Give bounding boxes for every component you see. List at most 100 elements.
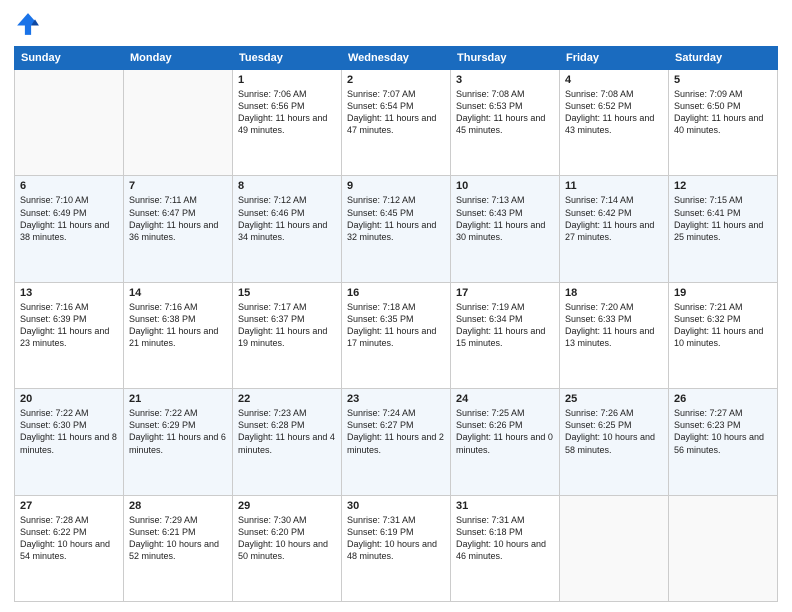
calendar-cell: 8 Sunrise: 7:12 AM Sunset: 6:46 PM Daylig… xyxy=(233,176,342,282)
day-number: 28 xyxy=(129,500,227,512)
day-number: 2 xyxy=(347,74,445,86)
calendar-cell: 7 Sunrise: 7:11 AM Sunset: 6:47 PM Daylig… xyxy=(124,176,233,282)
cell-info: Sunrise: 7:16 AM Sunset: 6:38 PM Dayligh… xyxy=(129,301,227,350)
calendar-cell: 26 Sunrise: 7:27 AM Sunset: 6:23 PM Dayli… xyxy=(669,389,778,495)
calendar-cell: 12 Sunrise: 7:15 AM Sunset: 6:41 PM Dayli… xyxy=(669,176,778,282)
cell-info: Sunrise: 7:10 AM Sunset: 6:49 PM Dayligh… xyxy=(20,194,118,243)
day-number: 27 xyxy=(20,500,118,512)
cell-info: Sunrise: 7:09 AM Sunset: 6:50 PM Dayligh… xyxy=(674,88,772,137)
cell-info: Sunrise: 7:14 AM Sunset: 6:42 PM Dayligh… xyxy=(565,194,663,243)
calendar-cell: 14 Sunrise: 7:16 AM Sunset: 6:38 PM Dayli… xyxy=(124,282,233,388)
day-number: 30 xyxy=(347,500,445,512)
calendar-cell: 2 Sunrise: 7:07 AM Sunset: 6:54 PM Daylig… xyxy=(342,70,451,176)
cell-info: Sunrise: 7:30 AM Sunset: 6:20 PM Dayligh… xyxy=(238,514,336,563)
cell-info: Sunrise: 7:13 AM Sunset: 6:43 PM Dayligh… xyxy=(456,194,554,243)
cell-info: Sunrise: 7:12 AM Sunset: 6:45 PM Dayligh… xyxy=(347,194,445,243)
cell-info: Sunrise: 7:11 AM Sunset: 6:47 PM Dayligh… xyxy=(129,194,227,243)
cell-info: Sunrise: 7:12 AM Sunset: 6:46 PM Dayligh… xyxy=(238,194,336,243)
cell-info: Sunrise: 7:29 AM Sunset: 6:21 PM Dayligh… xyxy=(129,514,227,563)
day-number: 12 xyxy=(674,180,772,192)
calendar-cell xyxy=(124,70,233,176)
day-header-friday: Friday xyxy=(560,47,669,70)
day-header-monday: Monday xyxy=(124,47,233,70)
cell-info: Sunrise: 7:31 AM Sunset: 6:19 PM Dayligh… xyxy=(347,514,445,563)
calendar-cell xyxy=(560,495,669,601)
calendar-cell: 25 Sunrise: 7:26 AM Sunset: 6:25 PM Dayli… xyxy=(560,389,669,495)
day-number: 11 xyxy=(565,180,663,192)
calendar-cell: 1Sunrise: 7:06 AM Sunset: 6:56 PM Daylig… xyxy=(233,70,342,176)
day-number: 23 xyxy=(347,393,445,405)
week-row-2: 6 Sunrise: 7:10 AM Sunset: 6:49 PM Daylig… xyxy=(15,176,778,282)
calendar-cell: 30 Sunrise: 7:31 AM Sunset: 6:19 PM Dayli… xyxy=(342,495,451,601)
day-number: 16 xyxy=(347,287,445,299)
day-number: 17 xyxy=(456,287,554,299)
logo xyxy=(14,10,46,38)
cell-info: Sunrise: 7:08 AM Sunset: 6:52 PM Dayligh… xyxy=(565,88,663,137)
calendar-cell: 6 Sunrise: 7:10 AM Sunset: 6:49 PM Daylig… xyxy=(15,176,124,282)
day-number: 14 xyxy=(129,287,227,299)
week-row-5: 27 Sunrise: 7:28 AM Sunset: 6:22 PM Dayli… xyxy=(15,495,778,601)
cell-info: Sunrise: 7:07 AM Sunset: 6:54 PM Dayligh… xyxy=(347,88,445,137)
day-number: 9 xyxy=(347,180,445,192)
calendar-cell: 24Sunrise: 7:25 AM Sunset: 6:26 PM Dayli… xyxy=(451,389,560,495)
cell-info: Sunrise: 7:27 AM Sunset: 6:23 PM Dayligh… xyxy=(674,407,772,456)
calendar-cell: 22 Sunrise: 7:23 AM Sunset: 6:28 PM Dayli… xyxy=(233,389,342,495)
cell-info: Sunrise: 7:25 AM Sunset: 6:26 PM Dayligh… xyxy=(456,407,554,456)
day-number: 25 xyxy=(565,393,663,405)
calendar-cell: 11 Sunrise: 7:14 AM Sunset: 6:42 PM Dayli… xyxy=(560,176,669,282)
day-number: 7 xyxy=(129,180,227,192)
week-row-1: 1Sunrise: 7:06 AM Sunset: 6:56 PM Daylig… xyxy=(15,70,778,176)
calendar-cell xyxy=(15,70,124,176)
calendar-cell: 3Sunrise: 7:08 AM Sunset: 6:53 PM Daylig… xyxy=(451,70,560,176)
cell-info: Sunrise: 7:23 AM Sunset: 6:28 PM Dayligh… xyxy=(238,407,336,456)
calendar-cell: 16 Sunrise: 7:18 AM Sunset: 6:35 PM Dayli… xyxy=(342,282,451,388)
cell-info: Sunrise: 7:22 AM Sunset: 6:30 PM Dayligh… xyxy=(20,407,118,456)
cell-info: Sunrise: 7:22 AM Sunset: 6:29 PM Dayligh… xyxy=(129,407,227,456)
calendar-cell: 4 Sunrise: 7:08 AM Sunset: 6:52 PM Daylig… xyxy=(560,70,669,176)
calendar-cell: 17Sunrise: 7:19 AM Sunset: 6:34 PM Dayli… xyxy=(451,282,560,388)
header xyxy=(14,10,778,38)
page: SundayMondayTuesdayWednesdayThursdayFrid… xyxy=(0,0,792,612)
day-header-wednesday: Wednesday xyxy=(342,47,451,70)
calendar-cell: 18 Sunrise: 7:20 AM Sunset: 6:33 PM Dayli… xyxy=(560,282,669,388)
calendar-cell: 27 Sunrise: 7:28 AM Sunset: 6:22 PM Dayli… xyxy=(15,495,124,601)
day-number: 6 xyxy=(20,180,118,192)
day-header-thursday: Thursday xyxy=(451,47,560,70)
calendar-cell: 9 Sunrise: 7:12 AM Sunset: 6:45 PM Daylig… xyxy=(342,176,451,282)
day-header-saturday: Saturday xyxy=(669,47,778,70)
calendar-cell: 21Sunrise: 7:22 AM Sunset: 6:29 PM Dayli… xyxy=(124,389,233,495)
cell-info: Sunrise: 7:21 AM Sunset: 6:32 PM Dayligh… xyxy=(674,301,772,350)
day-number: 5 xyxy=(674,74,772,86)
day-number: 31 xyxy=(456,500,554,512)
calendar-cell: 15Sunrise: 7:17 AM Sunset: 6:37 PM Dayli… xyxy=(233,282,342,388)
day-number: 8 xyxy=(238,180,336,192)
day-number: 4 xyxy=(565,74,663,86)
calendar-cell: 19 Sunrise: 7:21 AM Sunset: 6:32 PM Dayli… xyxy=(669,282,778,388)
week-row-4: 20 Sunrise: 7:22 AM Sunset: 6:30 PM Dayli… xyxy=(15,389,778,495)
calendar-cell: 29Sunrise: 7:30 AM Sunset: 6:20 PM Dayli… xyxy=(233,495,342,601)
cell-info: Sunrise: 7:26 AM Sunset: 6:25 PM Dayligh… xyxy=(565,407,663,456)
cell-info: Sunrise: 7:06 AM Sunset: 6:56 PM Dayligh… xyxy=(238,88,336,137)
calendar-cell: 5 Sunrise: 7:09 AM Sunset: 6:50 PM Daylig… xyxy=(669,70,778,176)
calendar-cell: 10 Sunrise: 7:13 AM Sunset: 6:43 PM Dayli… xyxy=(451,176,560,282)
week-row-3: 13Sunrise: 7:16 AM Sunset: 6:39 PM Dayli… xyxy=(15,282,778,388)
calendar-cell: 20 Sunrise: 7:22 AM Sunset: 6:30 PM Dayli… xyxy=(15,389,124,495)
cell-info: Sunrise: 7:18 AM Sunset: 6:35 PM Dayligh… xyxy=(347,301,445,350)
calendar-cell: 28 Sunrise: 7:29 AM Sunset: 6:21 PM Dayli… xyxy=(124,495,233,601)
cell-info: Sunrise: 7:24 AM Sunset: 6:27 PM Dayligh… xyxy=(347,407,445,456)
calendar-header-row: SundayMondayTuesdayWednesdayThursdayFrid… xyxy=(15,47,778,70)
day-number: 22 xyxy=(238,393,336,405)
calendar-cell: 13Sunrise: 7:16 AM Sunset: 6:39 PM Dayli… xyxy=(15,282,124,388)
cell-info: Sunrise: 7:28 AM Sunset: 6:22 PM Dayligh… xyxy=(20,514,118,563)
day-number: 26 xyxy=(674,393,772,405)
day-header-sunday: Sunday xyxy=(15,47,124,70)
day-number: 20 xyxy=(20,393,118,405)
cell-info: Sunrise: 7:20 AM Sunset: 6:33 PM Dayligh… xyxy=(565,301,663,350)
day-number: 19 xyxy=(674,287,772,299)
day-number: 3 xyxy=(456,74,554,86)
day-number: 18 xyxy=(565,287,663,299)
cell-info: Sunrise: 7:16 AM Sunset: 6:39 PM Dayligh… xyxy=(20,301,118,350)
cell-info: Sunrise: 7:15 AM Sunset: 6:41 PM Dayligh… xyxy=(674,194,772,243)
day-number: 15 xyxy=(238,287,336,299)
day-number: 10 xyxy=(456,180,554,192)
